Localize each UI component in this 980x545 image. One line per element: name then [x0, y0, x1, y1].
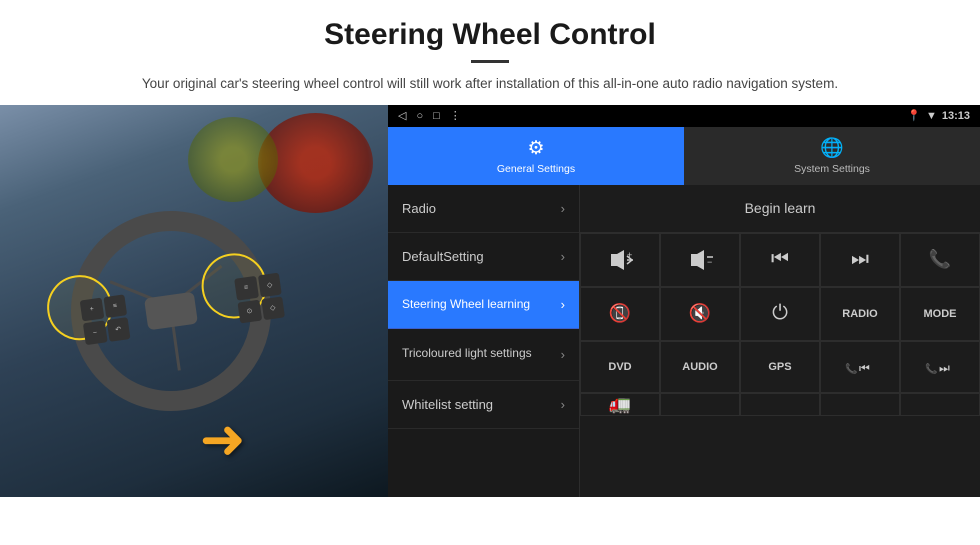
begin-learn-button[interactable]: Begin learn [715, 192, 846, 224]
phone-prev-button[interactable]: 📞⏮ [820, 341, 900, 393]
wifi-icon: ▼ [926, 110, 937, 122]
tab-system-settings[interactable]: 🌐 System Settings [684, 127, 980, 185]
svg-text:+: + [627, 250, 632, 260]
nav-home-icon[interactable]: ○ [416, 110, 423, 122]
page-header: Steering Wheel Control Your original car… [0, 0, 980, 105]
power-button[interactable]: ⏻ [740, 287, 820, 341]
nav-dots-icon[interactable]: ⋮ [450, 109, 461, 122]
svg-text:−: − [707, 257, 712, 267]
menu-item-steering-label: Steering Wheel learning [402, 297, 530, 311]
main-content: + ≡ − ↶ ≡ ◇ ⊙ ◇ ➜ ◁ ○ [0, 105, 980, 497]
header-divider [471, 60, 509, 63]
controls-row-1: + − ⏮ ⏭ 📞 [580, 233, 980, 287]
svg-text:⏮: ⏮ [859, 361, 870, 375]
bottom-icon-row: 🚛 [580, 393, 980, 416]
menu-item-radio[interactable]: Radio › [388, 185, 579, 233]
steering-wheel-image: + ≡ − ↶ ≡ ◇ ⊙ ◇ ➜ [0, 105, 388, 497]
head-unit: ◁ ○ □ ⋮ 📍 ▼ 13:13 ⚙ General Settings 🌐 S… [388, 105, 980, 497]
controls-row-2: 📵 🔇 ⏻ RADIO MODE [580, 287, 980, 341]
time-display: 13:13 [942, 110, 970, 122]
menu-item-tricolour-label: Tricoloured light settings [402, 346, 532, 362]
mode-button[interactable]: MODE [900, 287, 980, 341]
mute-button[interactable]: 🔇 [660, 287, 740, 341]
status-bar: ◁ ○ □ ⋮ 📍 ▼ 13:13 [388, 105, 980, 127]
menu-item-default-label: DefaultSetting [402, 249, 484, 264]
svg-text:⏭: ⏭ [939, 361, 950, 375]
menu-item-whitelist[interactable]: Whitelist setting › [388, 381, 579, 429]
dashboard-circle-2 [188, 117, 278, 202]
radio-button[interactable]: RADIO [820, 287, 900, 341]
general-settings-label: General Settings [497, 163, 575, 175]
empty-cell-1 [660, 393, 740, 416]
header-subtitle: Your original car's steering wheel contr… [80, 73, 900, 95]
right-controls-panel: Begin learn + − ⏮ ⏭ 📞 📵 [580, 185, 980, 497]
system-settings-label: System Settings [794, 163, 870, 175]
vol-down-button[interactable]: − [660, 233, 740, 287]
radio-chevron-icon: › [561, 201, 565, 216]
empty-cell-4 [900, 393, 980, 416]
menu-item-steering[interactable]: Steering Wheel learning › [388, 281, 579, 329]
begin-learn-row: Begin learn [580, 185, 980, 233]
general-settings-icon: ⚙ [527, 137, 544, 160]
steering-wheel: + ≡ − ↶ ≡ ◇ ⊙ ◇ [58, 198, 284, 424]
audio-button[interactable]: AUDIO [660, 341, 740, 393]
menu-item-default[interactable]: DefaultSetting › [388, 233, 579, 281]
page-title: Steering Wheel Control [80, 18, 900, 52]
menu-item-tricolour[interactable]: Tricoloured light settings › [388, 329, 579, 381]
default-chevron-icon: › [561, 249, 565, 264]
system-settings-icon: 🌐 [820, 136, 844, 160]
truck-icon-button[interactable]: 🚛 [580, 393, 660, 416]
whitelist-chevron-icon: › [561, 397, 565, 412]
menu-panel: Radio › DefaultSetting › Steering Wheel … [388, 185, 580, 497]
nav-square-icon[interactable]: □ [433, 110, 440, 122]
phone-hang-button[interactable]: 📵 [580, 287, 660, 341]
svg-text:📞: 📞 [845, 362, 858, 375]
vol-up-button[interactable]: + [580, 233, 660, 287]
svg-text:📞: 📞 [925, 362, 938, 375]
empty-cell-3 [820, 393, 900, 416]
empty-cell-2 [740, 393, 820, 416]
tab-general-settings[interactable]: ⚙ General Settings [388, 127, 684, 185]
tricolour-chevron-icon: › [561, 347, 565, 362]
gps-button[interactable]: GPS [740, 341, 820, 393]
phone-answer-button[interactable]: 📞 [900, 233, 980, 287]
menu-item-whitelist-label: Whitelist setting [402, 397, 493, 412]
prev-track-button[interactable]: ⏮ [740, 233, 820, 287]
arrow-indicator: ➜ [200, 412, 246, 467]
content-area: Radio › DefaultSetting › Steering Wheel … [388, 185, 980, 497]
next-track-button[interactable]: ⏭ [820, 233, 900, 287]
tabs-bar: ⚙ General Settings 🌐 System Settings [388, 127, 980, 185]
menu-item-radio-label: Radio [402, 201, 436, 216]
steering-chevron-icon: › [561, 297, 565, 312]
location-icon: 📍 [907, 109, 921, 122]
nav-back-icon[interactable]: ◁ [398, 109, 406, 122]
controls-row-3: DVD AUDIO GPS 📞⏮ 📞⏭ [580, 341, 980, 393]
dvd-button[interactable]: DVD [580, 341, 660, 393]
phone-next-button[interactable]: 📞⏭ [900, 341, 980, 393]
